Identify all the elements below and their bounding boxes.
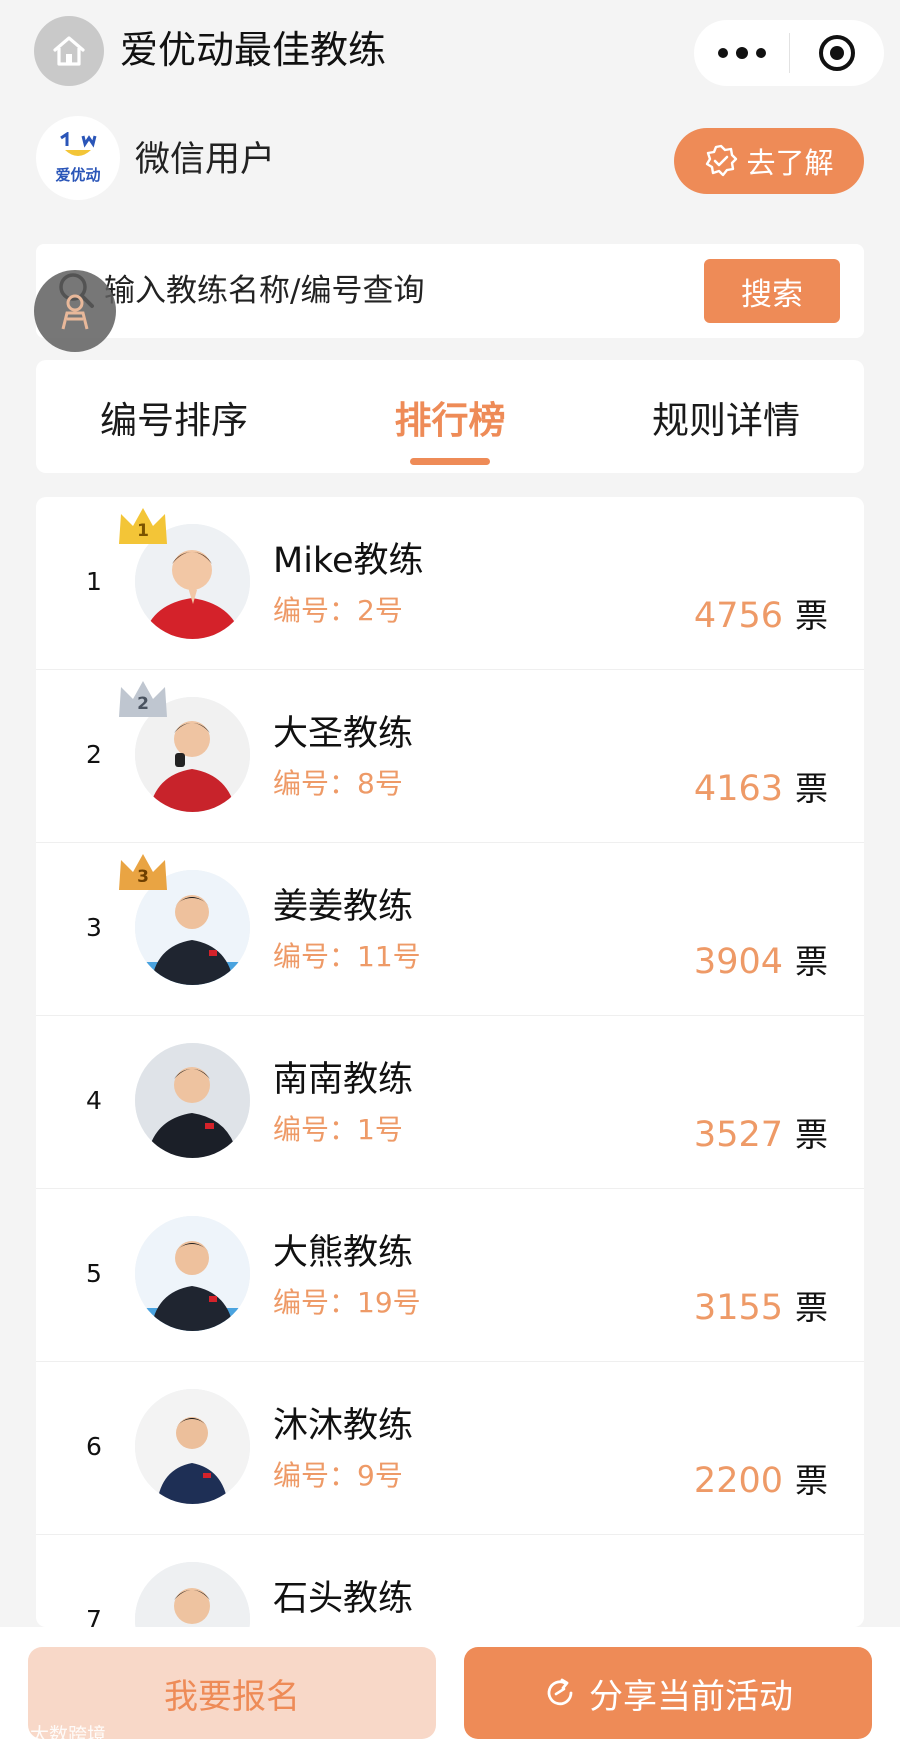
rank-number: 7 [86, 1605, 102, 1627]
search-bar: 搜索 [36, 244, 864, 338]
page-title: 爱优动最佳教练 [120, 28, 387, 72]
coach-number: 编号：2号 [273, 594, 403, 627]
rank-number: 1 [86, 567, 102, 596]
ranking-row[interactable]: 2 2 大圣教练 编号：8号 4163 票 [36, 670, 864, 843]
coach-name: 姜姜教练 [273, 887, 414, 927]
coach-avatar [135, 1389, 250, 1504]
watermark: 大数跨境 [4, 1720, 106, 1747]
home-button[interactable] [34, 16, 104, 86]
vote-unit: 票 [795, 769, 828, 808]
more-button[interactable] [694, 20, 789, 86]
coach-name: 南南教练 [273, 1060, 414, 1100]
home-icon [53, 36, 85, 66]
avatar-photo [135, 1043, 250, 1158]
coach-number: 编号：8号 [273, 767, 403, 800]
target-close-icon [819, 35, 855, 71]
poster-icon [61, 294, 89, 330]
badge-check-icon [706, 144, 738, 177]
coach-avatar [135, 1562, 250, 1627]
crown-number: 1 [137, 521, 149, 541]
crown-number: 2 [137, 694, 149, 714]
tab-leaderboard[interactable]: 排行榜 [312, 360, 588, 473]
brand-logo-text: 爱优动 [55, 165, 101, 184]
close-mini-program-button[interactable] [790, 20, 884, 86]
coach-number: 编号：9号 [273, 1459, 403, 1492]
share-activity-label: 分享当前活动 [589, 1676, 793, 1717]
ranking-row[interactable]: 7 石头教练 [36, 1535, 864, 1627]
share-refresh-icon [547, 1678, 573, 1706]
vote-count: 3904 票 [694, 935, 828, 983]
coach-name: Mike教练 [273, 541, 424, 581]
coach-number: 编号：19号 [273, 1286, 421, 1319]
vote-number: 3904 [693, 942, 783, 982]
rank-number: 2 [86, 740, 102, 769]
more-dots-icon [735, 47, 748, 59]
coach-avatar [135, 1216, 250, 1331]
tab-bar: 编号排序 排行榜 规则详情 [36, 360, 864, 473]
bottom-action-bar: 我要报名 分享当前活动 [0, 1627, 900, 1749]
vote-count: 4163 票 [694, 762, 828, 810]
watermark-logo-icon [5, 1725, 25, 1741]
brand-mascot-icon [60, 131, 97, 156]
coach-avatar [135, 1043, 250, 1158]
more-dots-icon [717, 48, 728, 58]
crown-badge-gold: 1 [119, 508, 167, 544]
mini-program-capsule [694, 20, 884, 86]
vote-count: 3155 票 [694, 1281, 828, 1329]
crown-number: 3 [137, 867, 149, 887]
ranking-row[interactable]: 3 3 姜姜教练 编号：11号 3904 票 [36, 843, 864, 1016]
vote-count: 3527 票 [694, 1108, 828, 1156]
share-activity-button[interactable]: 分享当前活动 [464, 1647, 872, 1739]
vote-number: 4756 [693, 596, 783, 636]
floating-poster-button[interactable] [34, 270, 116, 352]
vote-number: 4163 [693, 769, 783, 809]
coach-name: 石头教练 [273, 1579, 414, 1619]
avatar-photo [135, 1389, 250, 1504]
ranking-row[interactable]: 5 大熊教练 编号：19号 3155 票 [36, 1189, 864, 1362]
rank-number: 6 [86, 1432, 102, 1461]
rank-number: 4 [86, 1086, 102, 1115]
coach-name: 沐沐教练 [273, 1406, 414, 1446]
top-bar: 爱优动最佳教练 [0, 0, 900, 105]
vote-unit: 票 [795, 596, 828, 635]
ranking-row[interactable]: 1 1 Mike教练 编号：2号 4756 票 [36, 497, 864, 670]
vote-count: 2200 票 [694, 1454, 828, 1502]
ranking-list: 1 1 Mike教练 编号：2号 4756 票 2 2 大圣教练 编号：8号 4… [36, 497, 864, 1627]
ranking-row[interactable]: 4 南南教练 编号：1号 3527 票 [36, 1016, 864, 1189]
coach-number: 编号：11号 [273, 940, 421, 973]
watermark-text: 大数跨境 [30, 1724, 107, 1746]
vote-unit: 票 [795, 1461, 828, 1500]
vote-unit: 票 [795, 1115, 828, 1154]
tab-number-sort[interactable]: 编号排序 [36, 360, 312, 473]
learn-more-label: 去了解 [746, 146, 834, 180]
coach-name: 大熊教练 [273, 1233, 414, 1273]
vote-number: 3155 [693, 1288, 783, 1328]
coach-search-input[interactable] [104, 266, 664, 316]
vote-unit: 票 [795, 1288, 828, 1327]
vote-count: 4756 票 [694, 589, 828, 637]
crown-badge-silver: 2 [119, 681, 167, 717]
coach-name: 大圣教练 [273, 714, 414, 754]
more-dots-icon [755, 48, 766, 58]
brand-logo: 爱优动 [36, 116, 120, 200]
rank-number: 3 [86, 913, 102, 942]
tab-rules[interactable]: 规则详情 [588, 360, 864, 473]
coach-number: 编号：1号 [273, 1113, 403, 1146]
avatar-photo [135, 1562, 250, 1627]
rank-number: 5 [86, 1259, 102, 1288]
search-button[interactable]: 搜索 [704, 259, 840, 323]
avatar-photo [135, 1216, 250, 1331]
learn-more-button[interactable]: 去了解 [674, 128, 864, 194]
vote-unit: 票 [795, 942, 828, 981]
crown-badge-bronze: 3 [119, 854, 167, 890]
vote-number: 3527 [693, 1115, 783, 1155]
vote-number: 2200 [693, 1461, 783, 1501]
ranking-row[interactable]: 6 沐沐教练 编号：9号 2200 票 [36, 1362, 864, 1535]
user-name: 微信用户 [135, 140, 276, 180]
